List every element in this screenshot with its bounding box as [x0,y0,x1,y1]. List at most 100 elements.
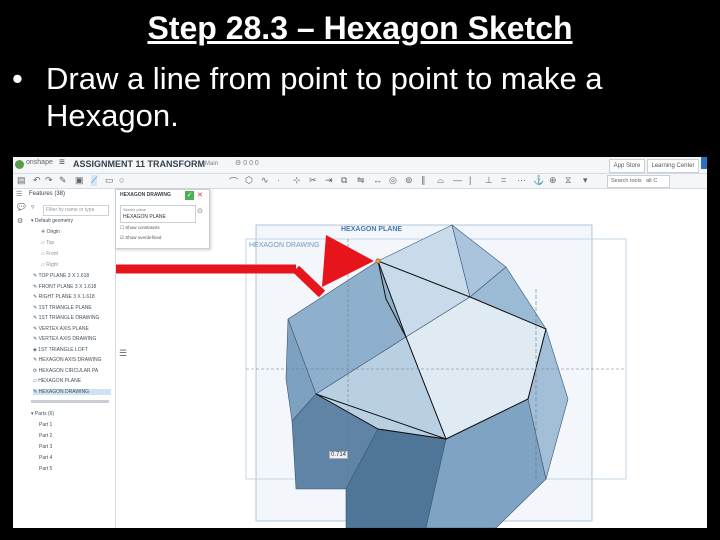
line-tool-icon[interactable]: ⟋ [91,175,98,186]
dimension-icon[interactable]: ↔ [373,175,382,185]
branch-name[interactable]: Main [205,161,218,167]
feature-item[interactable]: ▱ HEXAGON PLANE [33,378,81,384]
parallel-icon[interactable]: ∥ [421,175,426,186]
circle-icon[interactable]: ○ [119,175,124,185]
tangent-icon[interactable]: ⌓ [437,175,444,186]
parts-header: Parts (6) [34,411,55,417]
learning-center-button[interactable]: Learning Center [647,159,699,173]
origin-label: Origin [46,229,60,235]
more-tools-icon[interactable]: ▾ [583,175,588,186]
feature-item[interactable]: ⟳ HEXAGON CIRCULAR PA [33,368,98,374]
horizontal-icon[interactable]: — [453,175,462,185]
sketch-point[interactable] [375,258,381,264]
extrude-icon[interactable]: ▣ [75,175,84,186]
right-plane-item[interactable]: ▱ Right [41,262,58,268]
feature-label: 1ST TRIANGLE LOFT [38,346,88,353]
part-item[interactable]: Part 1 [39,422,52,428]
feature-label: 1ST TRIANGLE DRAWING [38,315,100,321]
undo-icon[interactable]: ↶ [33,175,41,186]
document-title[interactable]: ASSIGNMENT 11 TRANSFORM [73,159,205,169]
feature-tree-panel: ☰ Features (38) 💬 ▿ Filter by name or ty… [13,189,116,528]
feature-list-icon[interactable]: ▤ [17,175,26,186]
redo-icon[interactable]: ↷ [45,175,53,186]
symmetric-icon[interactable]: ⧖ [565,175,571,186]
search-tools-input[interactable]: Search tools alt C [607,175,670,188]
feature-label: TOP PLANE 3 X 1.618 [38,273,90,279]
view-normal-icon[interactable]: ⊙ [197,207,203,215]
show-constraints-label: Show constraints [125,225,160,230]
toolbar: ▤ ↶ ↷ ✎ ▣ ⟋ ▭ ○ ⌒ ⬡ ∿ · ⊹ ✂ ⇥ ⧉ ⇋ ↔ ◎ ⊚ … [13,174,707,189]
feature-tree-icon[interactable]: ☰ [16,190,22,198]
mirror-icon[interactable]: ⇋ [357,175,365,186]
coincident-icon[interactable]: ◎ [389,175,397,186]
sketch-icon[interactable]: ✎ [59,175,67,186]
list-toggle-icon[interactable]: ☰ [119,348,127,359]
feature-filter-input[interactable]: Filter by name or type [43,205,109,216]
part-item[interactable]: Part 2 [39,433,52,439]
vertical-icon[interactable]: | [469,175,471,185]
dialog-title: HEXAGON DRAWING [120,192,171,198]
onshape-screenshot: onshape ≡ ASSIGNMENT 11 TRANSFORM Main ⚙… [13,157,707,528]
part-item[interactable]: Part 3 [39,444,52,450]
equal-icon[interactable]: = [501,175,506,185]
fillet-icon[interactable]: ⌒ [229,175,238,188]
feature-label: HEXAGON PLANE [38,378,82,384]
offset-icon[interactable]: ⧉ [341,175,347,186]
hexagon-plane-label: HEXAGON PLANE [341,226,403,233]
pierce-icon[interactable]: ⊕ [549,175,557,186]
comment-icon[interactable]: 💬 [17,203,26,211]
trim-icon[interactable]: ✂ [309,175,317,186]
origin-item[interactable]: ✛ Origin [41,229,60,235]
fix-icon[interactable]: ⚓ [533,175,544,186]
show-overdefined-label: Show overdefined [125,235,162,240]
show-overdefined-checkbox[interactable]: ☑ Show overdefined [120,235,161,241]
parts-folder[interactable]: ▾ Parts (6) [31,411,54,417]
hexagon-drawing-label: HEXAGON DRAWING [249,242,320,249]
counts-text: 0 0 0 [243,160,259,167]
right-label: Right [46,262,58,268]
feature-label: VERTEX AXIS PLANE [38,325,89,332]
feature-item-selected[interactable]: ✎ HEXAGON DRAWING [33,388,111,395]
scrollbar-indicator[interactable] [701,157,707,169]
feature-item[interactable]: ✎ 1ST TRIANGLE PLANE [33,305,92,311]
midpoint-icon[interactable]: ⋯ [517,175,526,186]
feature-item[interactable]: ✎ 1ST TRIANGLE DRAWING [33,315,99,321]
feature-label: HEXAGON DRAWING [38,388,89,395]
panel-divider[interactable] [31,400,109,403]
point-icon[interactable]: · [277,175,280,185]
feature-item[interactable]: ✎ VERTEX AXIS DRAWING [33,336,96,342]
front-plane-item[interactable]: ▱ Front [41,251,58,257]
hamburger-menu-icon[interactable]: ≡ [59,157,65,168]
parts-icon[interactable]: ⚙ [17,217,23,225]
app-store-button[interactable]: App Store [609,159,645,173]
corner-rect-icon[interactable]: ▭ [105,175,114,186]
feature-item[interactable]: ✎ RIGHT PLANE 3 X 1.618 [33,294,95,300]
spline-icon[interactable]: ∿ [261,175,269,186]
feature-label: RIGHT PLANE 3 X 1.618 [38,294,95,300]
construction-icon[interactable]: ⊹ [293,175,301,186]
sketch-plane-value: HEXAGON PLANE [123,214,166,220]
dimension-value[interactable]: 0.714 [329,451,349,459]
show-constraints-checkbox[interactable]: ☐ Show constraints [120,225,160,231]
concentric-icon[interactable]: ⊚ [405,175,413,186]
feature-item[interactable]: ✎ FRONT PLANE 3 X 1.618 [33,284,96,290]
feature-item[interactable]: ✎ VERTEX AXIS PLANE [33,326,89,332]
feature-item[interactable]: ✎ TOP PLANE 3 X 1.618 [33,273,89,279]
filter-icon[interactable]: ▿ [31,203,35,211]
sketch-plane-field[interactable]: Sketch plane HEXAGON PLANE [120,205,196,223]
part-item[interactable]: Part 5 [39,466,52,472]
part-item[interactable]: Part 4 [39,455,52,461]
perpendicular-icon[interactable]: ⊥ [485,175,493,186]
extend-icon[interactable]: ⇥ [325,175,333,186]
default-geometry-folder[interactable]: ▾ Default geometry [31,218,73,224]
feature-item[interactable]: ◈ 1ST TRIANGLE LOFT [33,347,88,353]
polygon-icon[interactable]: ⬡ [245,175,253,186]
top-bar: onshape ≡ ASSIGNMENT 11 TRANSFORM Main ⚙… [13,157,707,174]
document-counts[interactable]: ⚙ 0 0 0 [235,159,259,167]
sketch-dialog: HEXAGON DRAWING ✓ ✕ Sketch plane HEXAGON… [115,189,210,249]
feature-label: HEXAGON CIRCULAR PA [38,367,99,374]
top-plane-item[interactable]: ▱ Top [41,240,54,246]
accept-button[interactable]: ✓ [185,191,194,200]
cancel-icon[interactable]: ✕ [197,191,203,199]
feature-item[interactable]: ✎ HEXAGON AXIS DRAWING [33,357,101,363]
